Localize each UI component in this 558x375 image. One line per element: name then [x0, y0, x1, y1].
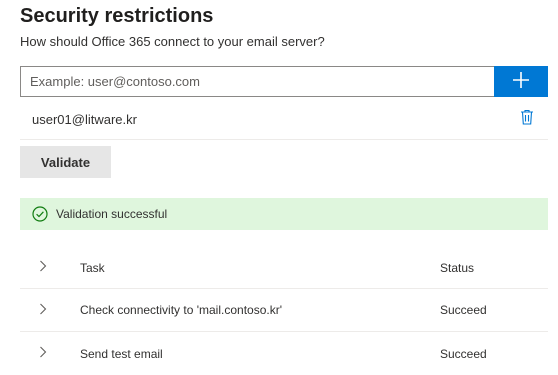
- trash-icon: [520, 109, 534, 130]
- validation-message: Validation successful: [56, 207, 168, 221]
- task-status: Succeed: [440, 346, 487, 361]
- delete-email-button[interactable]: [512, 105, 542, 135]
- table-row[interactable]: Send test email Succeed: [20, 332, 548, 375]
- expand-row-button[interactable]: [20, 346, 80, 361]
- expand-all-button[interactable]: [20, 260, 80, 275]
- column-header-status: Status: [440, 260, 475, 275]
- add-email-button[interactable]: [494, 66, 548, 97]
- task-status: Succeed: [440, 303, 487, 317]
- chevron-right-icon: [39, 346, 47, 361]
- validation-success-banner: Validation successful: [20, 198, 548, 230]
- task-table-header: Task Status: [20, 247, 548, 289]
- table-row[interactable]: Check connectivity to 'mail.contoso.kr' …: [20, 289, 548, 332]
- email-list-item: user01@litware.kr: [20, 100, 548, 140]
- task-table: Task Status Check connectivity to 'mail.…: [20, 247, 548, 375]
- page-title: Security restrictions: [20, 5, 214, 27]
- email-input[interactable]: [20, 66, 494, 97]
- email-input-row: [20, 66, 548, 97]
- validate-button[interactable]: Validate: [20, 146, 111, 178]
- task-name: Check connectivity to 'mail.contoso.kr': [80, 303, 282, 317]
- plus-icon: [512, 71, 530, 92]
- chevron-right-icon: [39, 260, 47, 275]
- email-address: user01@litware.kr: [32, 112, 137, 127]
- column-header-task: Task: [80, 260, 105, 275]
- task-name: Send test email: [80, 346, 163, 361]
- expand-row-button[interactable]: [20, 303, 80, 318]
- page-subtitle: How should Office 365 connect to your em…: [20, 34, 325, 49]
- check-circle-icon: [32, 206, 48, 222]
- chevron-right-icon: [39, 303, 47, 318]
